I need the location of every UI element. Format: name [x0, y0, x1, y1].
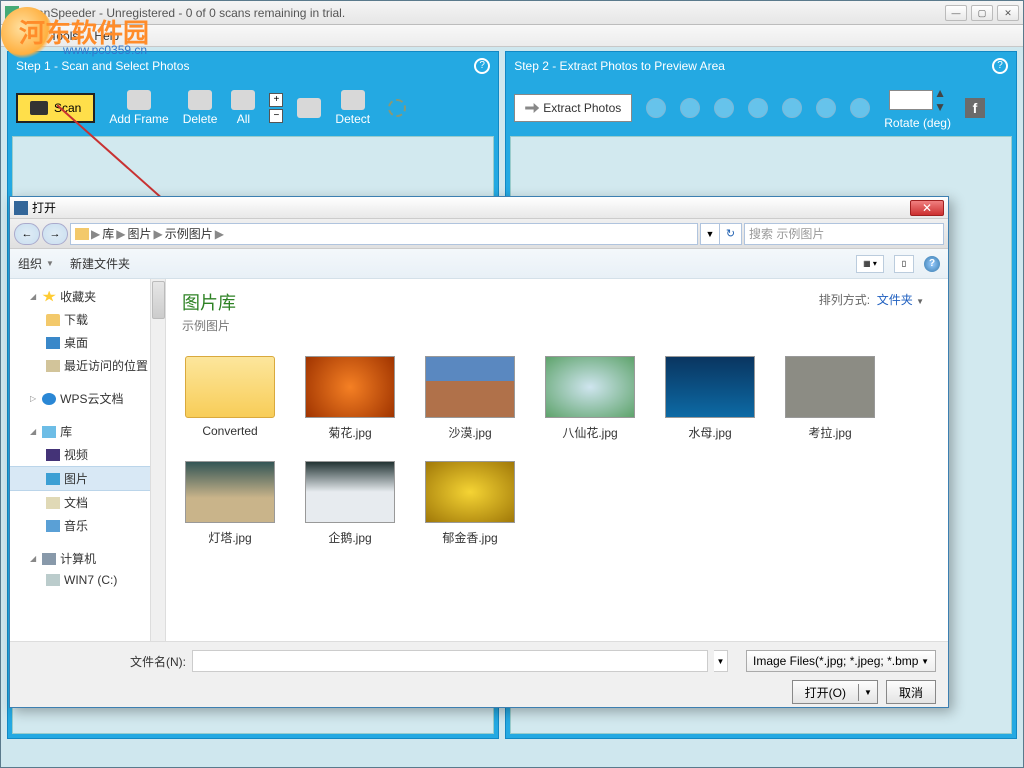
dialog-toolbar: 组织▼ 新建文件夹 ▦ ▾ ▯ ? — [10, 249, 948, 279]
panel1-title: Step 1 - Scan and Select Photos — [16, 59, 189, 73]
back-button[interactable]: ← — [14, 223, 40, 245]
tree-computer[interactable]: ◢计算机 — [10, 547, 165, 570]
tree-cdrive[interactable]: WIN7 (C:) — [10, 570, 165, 590]
rotate-right-icon[interactable] — [748, 98, 768, 118]
close-button[interactable]: ✕ — [997, 5, 1019, 21]
file-item[interactable]: 灯塔.jpg — [182, 461, 278, 546]
delete-button[interactable]: Delete — [183, 90, 218, 126]
all-button[interactable]: All — [231, 90, 255, 126]
tree-pictures[interactable]: 图片 — [10, 466, 165, 491]
cancel-button[interactable]: 取消 — [886, 680, 936, 704]
detect-button[interactable]: Detect — [335, 90, 370, 126]
preview-pane-button[interactable]: ▯ — [894, 255, 914, 273]
file-list: 图片库 示例图片 排列方式: 文件夹 ▼ Converted 菊花.jpg 沙漠… — [166, 279, 948, 641]
facebook-icon[interactable]: f — [965, 98, 985, 118]
crop-icon[interactable] — [782, 98, 802, 118]
file-item[interactable]: 企鹅.jpg — [302, 461, 398, 546]
help-icon[interactable]: ? — [992, 58, 1008, 74]
maximize-button[interactable]: ▢ — [971, 5, 993, 21]
tree-desktop[interactable]: 桌面 — [10, 331, 165, 354]
tree-documents[interactable]: 文档 — [10, 491, 165, 514]
rotate-up[interactable]: ▲ — [934, 86, 946, 100]
titlebar: ScanSpeeder - Unregistered - 0 of 0 scan… — [1, 1, 1023, 25]
file-item[interactable]: 水母.jpg — [662, 356, 758, 441]
library-subtitle: 示例图片 — [182, 317, 932, 334]
nav-tree: ◢收藏夹 下载 桌面 最近访问的位置 ▷WPS云文档 ◢库 视频 图片 文档 音… — [10, 279, 166, 641]
help-icon[interactable]: ? — [924, 256, 940, 272]
open-button[interactable]: 打开(O)▼ — [792, 680, 878, 704]
tree-libraries[interactable]: ◢库 — [10, 420, 165, 443]
rotate-left-icon[interactable] — [714, 98, 734, 118]
add-frame-button[interactable]: Add Frame — [109, 90, 168, 126]
menu-file[interactable]: File — [7, 27, 42, 45]
tree-favorites[interactable]: ◢收藏夹 — [10, 285, 165, 308]
help-icon[interactable]: ? — [474, 58, 490, 74]
window-title: ScanSpeeder - Unregistered - 0 of 0 scan… — [23, 6, 945, 20]
file-item[interactable]: 菊花.jpg — [302, 356, 398, 441]
tree-recent[interactable]: 最近访问的位置 — [10, 354, 165, 377]
search-input[interactable]: 搜索 示例图片 — [744, 223, 944, 245]
arrow-right-icon — [525, 103, 539, 113]
forward-button[interactable]: → — [42, 223, 68, 245]
tree-downloads[interactable]: 下载 — [10, 308, 165, 331]
menu-tools[interactable]: Tools — [42, 27, 86, 45]
gear-icon[interactable] — [646, 98, 666, 118]
organize-menu[interactable]: 组织▼ — [18, 255, 54, 272]
filetype-dropdown[interactable]: Image Files(*.jpg; *.jpeg; *.bmp▼ — [746, 650, 936, 672]
dialog-icon — [14, 201, 28, 215]
tree-wps[interactable]: ▷WPS云文档 — [10, 387, 165, 410]
menubar: File Tools Help — [1, 25, 1023, 47]
scanner-icon — [30, 101, 48, 115]
open-dialog: 打开 ✕ ← → ▶ 库▶ 图片▶ 示例图片▶ ▼ ↻ 搜索 示例图片 组织▼ … — [9, 196, 949, 708]
rotate-input[interactable]: 0.0 — [889, 90, 933, 110]
tree-video[interactable]: 视频 — [10, 443, 165, 466]
view-menu[interactable]: ▦ ▾ — [856, 255, 884, 273]
filename-label: 文件名(N): — [22, 653, 186, 670]
filename-input[interactable] — [192, 650, 708, 672]
preview-button[interactable] — [297, 98, 321, 118]
magnifier-icon[interactable] — [680, 98, 700, 118]
app-icon — [5, 6, 19, 20]
file-item[interactable]: 沙漠.jpg — [422, 356, 518, 441]
dialog-title: 打开 — [32, 199, 56, 216]
undo-icon[interactable] — [816, 98, 836, 118]
file-item[interactable]: 八仙花.jpg — [542, 356, 638, 441]
breadcrumb[interactable]: ▶ 库▶ 图片▶ 示例图片▶ — [70, 223, 698, 245]
file-item[interactable]: 郁金香.jpg — [422, 461, 518, 546]
filename-dropdown[interactable]: ▼ — [714, 650, 728, 672]
panel2-title: Step 2 - Extract Photos to Preview Area — [514, 59, 725, 73]
rotate-control: 0.0▲▼ Rotate (deg) — [884, 86, 951, 130]
gear-icon[interactable] — [388, 99, 406, 117]
scan-button[interactable]: Scan — [16, 93, 95, 123]
tree-music[interactable]: 音乐 — [10, 514, 165, 537]
folder-icon — [185, 356, 275, 418]
sort-control[interactable]: 排列方式: 文件夹 ▼ — [819, 291, 924, 308]
dialog-close-button[interactable]: ✕ — [910, 200, 944, 216]
file-item[interactable]: 考拉.jpg — [782, 356, 878, 441]
extract-button[interactable]: Extract Photos — [514, 94, 632, 122]
minimize-button[interactable]: — — [945, 5, 967, 21]
menu-help[interactable]: Help — [86, 27, 127, 45]
file-item[interactable]: Converted — [182, 356, 278, 441]
delete-icon[interactable] — [850, 98, 870, 118]
new-folder-button[interactable]: 新建文件夹 — [70, 255, 130, 272]
tree-scrollbar[interactable] — [150, 279, 165, 641]
history-dropdown[interactable]: ▼ — [700, 223, 720, 245]
refresh-button[interactable]: ↻ — [720, 223, 742, 245]
rotate-down[interactable]: ▼ — [934, 100, 946, 114]
